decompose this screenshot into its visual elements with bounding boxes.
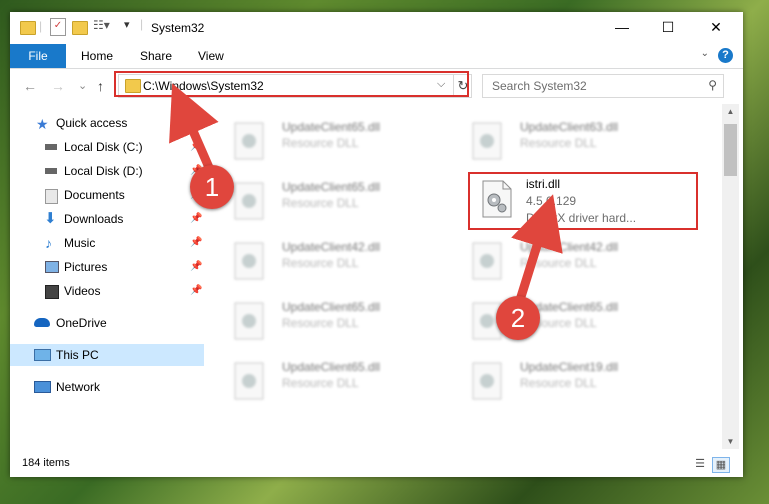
annotation-arrow-1 [169, 83, 219, 174]
annotation-overlay [169, 83, 563, 302]
annotation-marker-1: 1 [190, 165, 234, 209]
annotation-arrow-2 [511, 194, 563, 302]
annotation-marker-2: 2 [496, 296, 540, 340]
